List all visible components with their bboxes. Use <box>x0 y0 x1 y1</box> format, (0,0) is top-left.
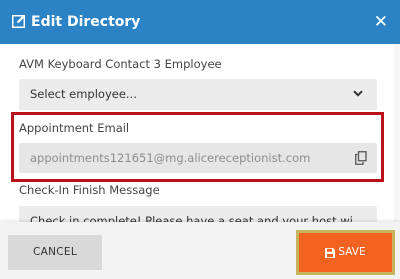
appointment-email-field[interactable]: appointments121651@mg.alicereceptionist.… <box>19 143 377 173</box>
appointment-email-value: appointments121651@mg.alicereceptionist.… <box>30 151 311 165</box>
scrollbar[interactable] <box>394 44 400 222</box>
employee-select-value: Select employee... <box>30 87 137 101</box>
close-icon[interactable]: ✕ <box>374 13 388 31</box>
dialog-header: Edit Directory ✕ <box>0 0 400 44</box>
dialog-title: Edit Directory <box>31 14 141 30</box>
floppy-disk-icon <box>325 247 336 258</box>
chevron-down-icon <box>353 90 363 97</box>
edit-icon <box>12 15 25 28</box>
dialog-footer: CANCEL SAVE <box>0 222 400 279</box>
save-button-label: SAVE <box>338 246 366 258</box>
save-button[interactable]: SAVE <box>299 233 392 272</box>
copy-icon[interactable] <box>355 151 367 165</box>
keyboard-contact-label: AVM Keyboard Contact 3 Employee <box>19 57 222 71</box>
employee-select[interactable]: Select employee... <box>19 79 377 110</box>
appointment-email-label: Appointment Email <box>19 121 130 135</box>
checkin-finish-message-label: Check-In Finish Message <box>19 183 160 197</box>
cancel-button[interactable]: CANCEL <box>8 235 102 270</box>
